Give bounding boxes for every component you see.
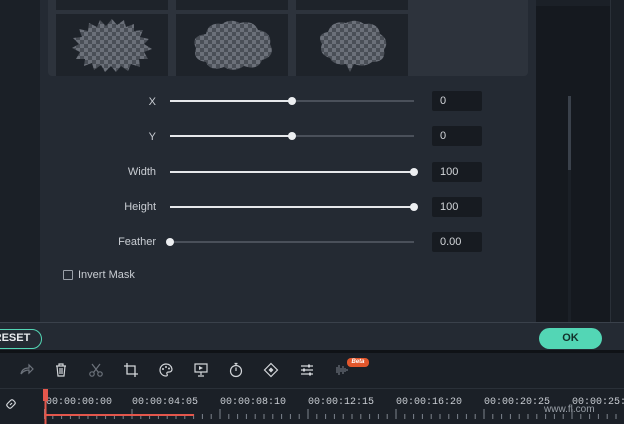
left-rail xyxy=(0,0,40,322)
invert-mask-label: Invert Mask xyxy=(78,269,135,281)
panel-scrollbar-thumb[interactable] xyxy=(568,96,571,170)
timecode-label: 00:00:16:20 xyxy=(396,397,463,408)
playhead-marker[interactable] xyxy=(43,389,48,424)
mask-panel: X 0 Y 0 Width 100 Height 100 Feather 0.0… xyxy=(40,0,536,322)
timecode-label: 00:00:04:05 xyxy=(132,397,199,408)
timecode-label: 00:00:20:25 xyxy=(484,397,551,408)
cloud-shape-icon xyxy=(194,20,272,70)
crop-icon[interactable] xyxy=(123,362,139,378)
delete-icon[interactable] xyxy=(53,362,69,378)
reset-button[interactable]: RESET xyxy=(0,329,42,349)
height-slider-fill xyxy=(170,206,414,208)
timecode-label: 00:00:00:00 xyxy=(46,397,113,408)
y-value-input[interactable]: 0 xyxy=(432,126,482,146)
mask-shape-partial[interactable] xyxy=(56,0,168,10)
x-slider[interactable] xyxy=(170,97,414,105)
watermark: www.fl.com xyxy=(544,404,595,415)
width-label: Width xyxy=(127,166,156,178)
y-slider-thumb[interactable] xyxy=(288,132,296,140)
cut-icon[interactable] xyxy=(88,362,104,378)
x-label: X xyxy=(148,96,156,108)
keyframe-icon[interactable] xyxy=(263,362,279,378)
mask-shape-grid xyxy=(48,0,528,76)
ok-button[interactable]: OK xyxy=(539,328,602,349)
y-slider-fill xyxy=(170,135,292,137)
height-label: Height xyxy=(124,201,156,213)
x-slider-thumb[interactable] xyxy=(288,97,296,105)
speech-bubble-shape-icon xyxy=(320,20,387,72)
burst-shape-icon xyxy=(72,19,152,72)
mask-shape-partial[interactable] xyxy=(296,0,408,10)
beta-badge: Beta xyxy=(347,358,369,367)
edit-toolbar: Beta xyxy=(0,353,624,388)
action-bar: RESET OK xyxy=(0,322,624,350)
feather-slider[interactable] xyxy=(166,238,414,246)
playhead-range xyxy=(44,414,194,416)
feather-slider-thumb[interactable] xyxy=(166,238,174,246)
width-slider-fill xyxy=(170,171,414,173)
width-slider[interactable] xyxy=(170,168,418,176)
width-slider-thumb[interactable] xyxy=(410,168,418,176)
speed-icon[interactable] xyxy=(228,362,244,378)
x-slider-fill xyxy=(170,100,292,102)
y-label: Y xyxy=(148,131,156,143)
y-slider[interactable] xyxy=(170,132,414,140)
timecode-label: 00:00:12:15 xyxy=(308,397,375,408)
color-icon[interactable] xyxy=(158,362,174,378)
right-rail xyxy=(610,0,624,322)
height-slider-thumb[interactable] xyxy=(410,203,418,211)
height-slider[interactable] xyxy=(170,203,418,211)
width-value-input[interactable]: 100 xyxy=(432,162,482,182)
invert-mask-checkbox[interactable] xyxy=(63,270,73,280)
link-icon[interactable] xyxy=(4,397,18,411)
mask-shape-burst[interactable] xyxy=(56,14,168,76)
feather-label: Feather xyxy=(118,236,156,248)
timecode-label: 00:00:08:10 xyxy=(220,397,287,408)
redo-icon[interactable] xyxy=(18,362,34,378)
marker-icon[interactable] xyxy=(193,362,209,378)
feather-value-input[interactable]: 0.00 xyxy=(432,232,482,252)
timeline-ruler[interactable]: 00:00:00:00 00:00:04:05 00:00:08:10 00:0… xyxy=(0,388,624,424)
x-value-input[interactable]: 0 xyxy=(432,91,482,111)
height-value-input[interactable]: 100 xyxy=(432,197,482,217)
mask-shape-speech[interactable] xyxy=(296,14,408,76)
adjust-icon[interactable] xyxy=(299,362,315,378)
mask-shape-cloud[interactable] xyxy=(176,14,288,76)
mask-shape-partial[interactable] xyxy=(176,0,288,10)
